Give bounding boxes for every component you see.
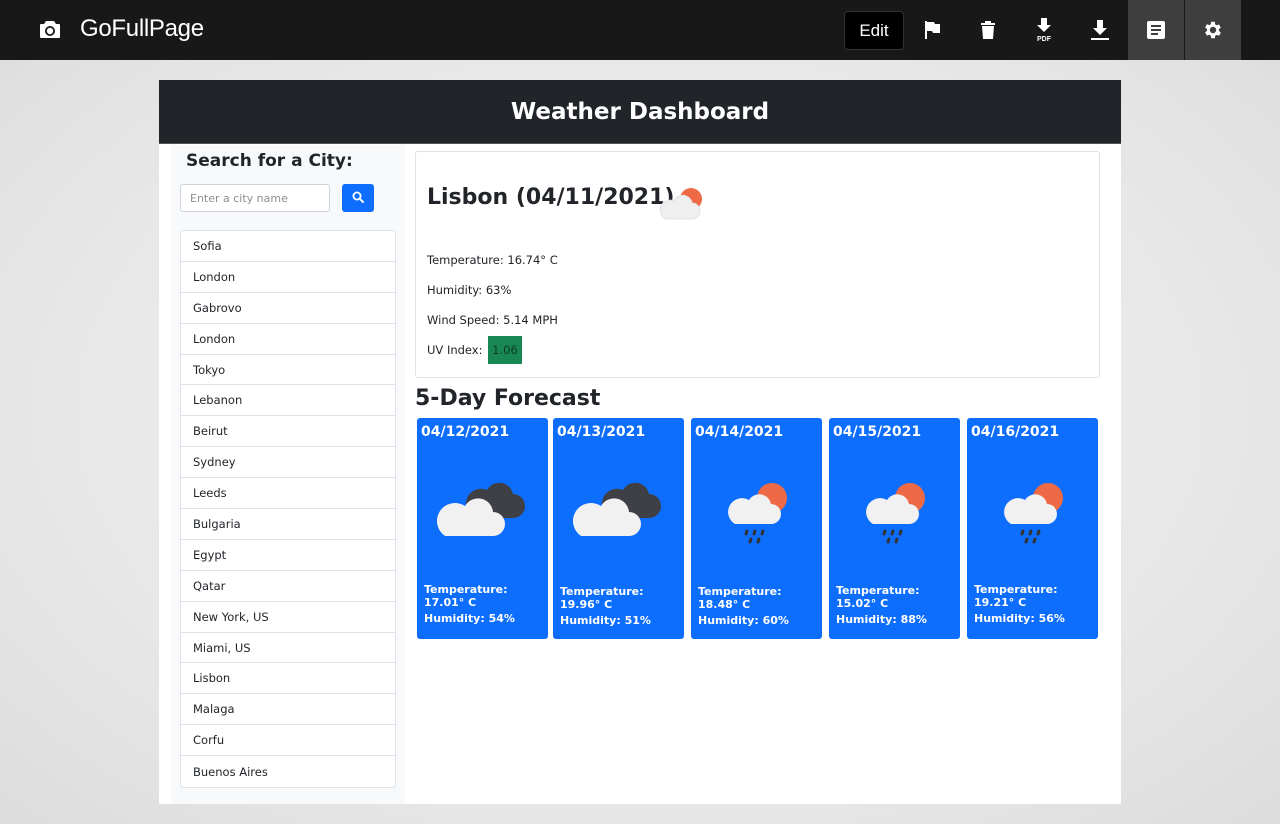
forecast-date: 04/12/2021	[421, 424, 510, 440]
forecast-card: 04/13/2021 Temperature: 19.96° C Humidity:…	[553, 418, 684, 639]
gear-icon	[1202, 19, 1224, 41]
rain-sun-icon	[989, 478, 1081, 548]
settings-button[interactable]	[1185, 0, 1241, 60]
download-pdf-button[interactable]: PDF	[1016, 0, 1072, 60]
forecast-temperature: Temperature: 18.48° C	[698, 585, 782, 611]
history-city-item[interactable]: Beirut	[181, 416, 395, 448]
history-city-item[interactable]: Buenos Aires	[181, 756, 395, 787]
forecast-humidity: Humidity: 60%	[698, 614, 789, 627]
history-city-item[interactable]: London	[181, 262, 395, 293]
history-city-item[interactable]: Corfu	[181, 725, 395, 757]
history-city-item[interactable]: Egypt	[181, 540, 395, 571]
forecast-temperature: Temperature: 17.01° C	[424, 583, 508, 609]
search-history-list: Sofia London Gabrovo London Tokyo Lebanon Beir…	[180, 230, 396, 789]
extension-toolbar: GoFullPage Edit PDF	[0, 0, 1280, 60]
search-button[interactable]	[342, 184, 374, 212]
document-view-button[interactable]	[1128, 0, 1184, 60]
edit-button[interactable]: Edit	[844, 11, 904, 50]
download-pdf-icon: PDF	[1033, 17, 1055, 43]
history-city-item[interactable]: Bulgaria	[181, 509, 395, 540]
history-city-item[interactable]: Tokyo	[181, 355, 395, 386]
document-icon	[1146, 20, 1166, 40]
city-search-input[interactable]	[180, 184, 330, 212]
forecast-temperature: Temperature: 19.21° C	[974, 583, 1058, 609]
forecast-card: 04/14/2021 Temperature: 18.48° C Humidity:…	[691, 418, 822, 639]
history-city-item[interactable]: London	[181, 324, 395, 355]
search-sidebar: Search for a City: SofiaLondonGabrovoLon…	[171, 145, 405, 804]
extension-title: GoFullPage	[80, 15, 204, 42]
current-temperature: Temperature: 16.74° C	[427, 253, 558, 267]
history-city-item[interactable]: Sydney	[181, 447, 395, 479]
download-icon	[1090, 19, 1110, 41]
uv-badge: 1.06	[488, 336, 522, 364]
trash-icon	[980, 20, 996, 40]
current-weather-card: Lisbon (04/11/2021) Temperature: 16.74° …	[415, 151, 1100, 378]
cloud-sun-icon	[654, 182, 710, 227]
forecast-date: 04/16/2021	[971, 424, 1060, 440]
forecast-card: 04/12/2021 Temperature: 17.01° C Humidity:…	[417, 418, 548, 639]
flag-icon	[923, 20, 941, 40]
history-city-item[interactable]: Gabrovo	[181, 293, 395, 324]
search-icon	[352, 191, 364, 206]
history-city-item[interactable]: Qatar	[181, 571, 395, 602]
forecast-card: 04/15/2021 Temperature: 15.02° C Humidity:…	[829, 418, 960, 639]
history-city-item[interactable]: Lisbon	[181, 663, 395, 695]
cloudy-icon	[435, 478, 527, 544]
history-city-item[interactable]: New York, US	[181, 602, 395, 633]
forecast-date: 04/14/2021	[695, 424, 784, 440]
forecast-humidity: Humidity: 54%	[424, 612, 515, 625]
captured-page: Weather Dashboard Search for a City: Sof…	[159, 80, 1121, 804]
app-header: Weather Dashboard	[159, 80, 1121, 144]
history-city-item[interactable]: Miami, US	[181, 633, 395, 664]
current-uv-index: UV Index: 1.06	[427, 336, 522, 364]
forecast-heading: 5-Day Forecast	[415, 386, 601, 411]
uv-label: UV Index:	[427, 343, 483, 357]
download-button[interactable]	[1072, 0, 1128, 60]
forecast-date: 04/15/2021	[833, 424, 922, 440]
forecast-temperature: Temperature: 15.02° C	[836, 584, 920, 610]
current-city-heading: Lisbon (04/11/2021)	[427, 185, 675, 210]
forecast-humidity: Humidity: 88%	[836, 613, 927, 626]
current-wind-speed: Wind Speed: 5.14 MPH	[427, 313, 558, 327]
forecast-humidity: Humidity: 51%	[560, 614, 651, 627]
history-city-item[interactable]: Leeds	[181, 478, 395, 510]
rain-sun-icon	[851, 478, 943, 548]
history-city-item[interactable]: Malaga	[181, 694, 395, 726]
forecast-card: 04/16/2021 Temperature: 19.21° C Humidity:…	[967, 418, 1098, 639]
page-title: Weather Dashboard	[510, 98, 770, 125]
search-heading: Search for a City:	[186, 151, 353, 171]
forecast-humidity: Humidity: 56%	[974, 612, 1065, 625]
history-city-item[interactable]: Lebanon	[181, 385, 395, 417]
history-city-item[interactable]: Sofia	[181, 231, 395, 262]
cloudy-icon	[571, 478, 663, 544]
pdf-badge: PDF	[1037, 36, 1052, 43]
current-humidity: Humidity: 63%	[427, 283, 512, 297]
delete-button[interactable]	[960, 0, 1016, 60]
forecast-temperature: Temperature: 19.96° C	[560, 585, 644, 611]
rain-sun-icon	[713, 478, 805, 548]
flag-button[interactable]	[904, 0, 960, 60]
forecast-date: 04/13/2021	[557, 424, 646, 440]
camera-icon	[38, 18, 62, 42]
